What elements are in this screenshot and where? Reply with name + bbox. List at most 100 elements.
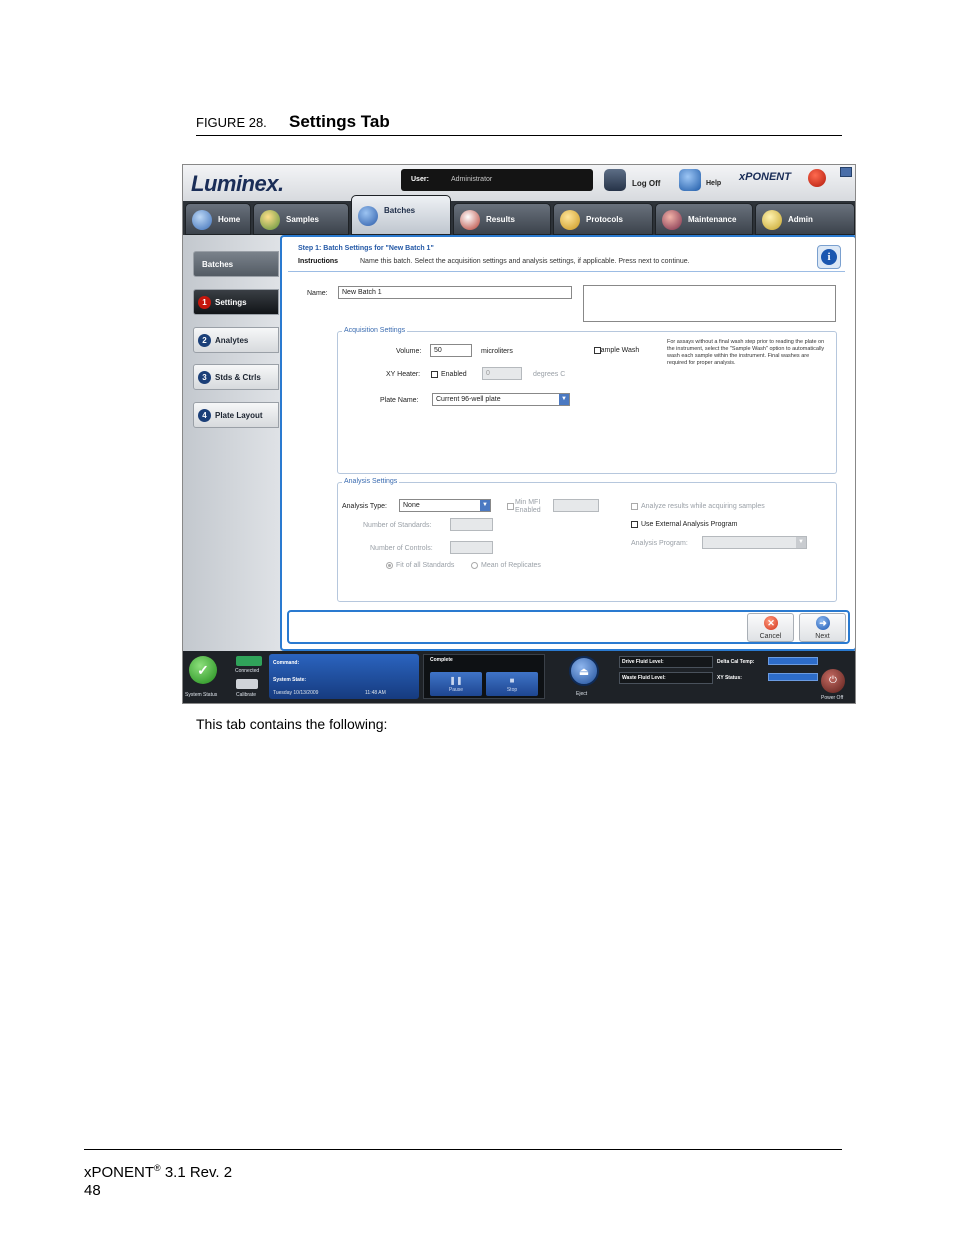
fit-all-standards-radio[interactable] [386, 562, 393, 569]
help-button[interactable]: Help [706, 180, 721, 187]
status-time: 11:48 AM [365, 690, 386, 696]
action-bar: ✕ Cancel ➜ Next [287, 610, 850, 644]
connected-label: Connected [235, 668, 260, 674]
user-field: User: Administrator [401, 169, 593, 191]
sidebar-item-label: Batches [202, 260, 234, 269]
volume-label: Volume: [396, 348, 422, 355]
eject-label[interactable]: Eject [576, 691, 587, 697]
batch-name-input[interactable]: New Batch 1 [338, 286, 572, 299]
calibrate-label[interactable]: Calibrate [236, 692, 256, 698]
tab-results[interactable]: Results [453, 203, 551, 235]
status-bar: ✓ System Status Connected Calibrate Comm… [183, 651, 855, 703]
xy-status-label: XY Status: [717, 675, 742, 681]
mean-of-replicates-radio[interactable] [471, 562, 478, 569]
results-icon [460, 210, 480, 230]
protocols-icon [560, 210, 580, 230]
drive-fluid-label: Drive Fluid Level: [622, 659, 664, 665]
xponent-logo-icon [808, 169, 826, 187]
tab-batches[interactable]: Batches [351, 195, 451, 235]
pause-label: Pause [448, 687, 464, 693]
mean-of-replicates-label: Mean of Replicates [481, 562, 541, 569]
tab-home[interactable]: Home [185, 203, 251, 235]
info-icon: i [821, 249, 837, 265]
power-off-label[interactable]: Power Off [821, 695, 843, 701]
batch-description-field[interactable] [583, 285, 836, 322]
footer-product: xPONENT® 3.1 Rev. 2 [84, 1163, 232, 1181]
sidebar-item-label: Settings [215, 298, 247, 307]
batch-steps-sidebar: Batches 1 Settings 2 Analytes 3 Stds & C… [183, 235, 280, 651]
pause-button[interactable]: ❚❚ Pause [430, 672, 482, 696]
delta-cal-temp-label: Delta Cal Temp: [717, 659, 755, 665]
cancel-button[interactable]: ✕ Cancel [747, 613, 794, 642]
use-external-program-checkbox[interactable] [631, 521, 638, 528]
registered-mark: ® [154, 1163, 161, 1173]
sidebar-item-label: Analytes [215, 336, 249, 345]
step-number-badge: 4 [198, 409, 211, 422]
plate-name-value: Current 96-well plate [436, 396, 501, 403]
stop-icon: ■ [509, 676, 515, 685]
arrow-right-icon: ➜ [816, 616, 830, 630]
admin-icon [762, 210, 782, 230]
min-mfi-checkbox[interactable] [507, 503, 514, 510]
batches-icon [358, 206, 378, 226]
drive-fluid-level: Drive Fluid Level: [619, 656, 713, 668]
settings-panel: Step 1: Batch Settings for "New Batch 1"… [280, 235, 855, 651]
next-button[interactable]: ➜ Next [799, 613, 846, 642]
sidebar-item-analytes[interactable]: 2 Analytes [193, 327, 279, 353]
tab-admin[interactable]: Admin [755, 203, 855, 235]
log-off-button[interactable]: Log Off [632, 179, 660, 188]
xy-heater-enabled-checkbox[interactable] [431, 371, 438, 378]
volume-input[interactable]: 50 [430, 344, 472, 357]
power-icon[interactable]: ⏻ [821, 669, 845, 693]
calibrate-icon[interactable] [236, 679, 258, 689]
chevron-down-icon[interactable]: ▼ [796, 537, 806, 548]
instructions-label: Instructions [298, 258, 339, 265]
cancel-icon: ✕ [764, 616, 778, 630]
minimize-button[interactable] [840, 167, 852, 177]
plate-name-select[interactable]: Current 96-well plate ▼ [432, 393, 570, 406]
analysis-program-select[interactable]: ▼ [702, 536, 807, 549]
tab-admin-label: Admin [788, 215, 813, 224]
delta-cal-temp-value [768, 657, 818, 665]
tab-protocols-label: Protocols [586, 215, 623, 224]
main-nav: Home Samples Batches Results Protocols M… [183, 195, 855, 235]
next-label: Next [815, 633, 830, 640]
command-panel: Command: System State: Tuesday 10/13/200… [269, 654, 419, 699]
xy-heater-temp-input[interactable]: 0 [482, 367, 522, 380]
volume-unit: microliters [481, 348, 513, 355]
product-version: 3.1 Rev. 2 [160, 1164, 233, 1181]
sidebar-item-batches[interactable]: Batches [193, 251, 279, 277]
home-icon [192, 210, 212, 230]
use-external-program-label: Use External Analysis Program [641, 521, 738, 528]
tab-samples[interactable]: Samples [253, 203, 349, 235]
connected-icon [236, 656, 262, 666]
sample-wash-help-text: For assays without a final wash step pri… [667, 339, 825, 367]
app-screenshot: Luminex. User: Administrator Log Off Hel… [182, 164, 856, 704]
sidebar-item-stds-ctrls[interactable]: 3 Stds & Ctrls [193, 364, 279, 390]
samples-icon [260, 210, 280, 230]
xy-heater-enabled-label: Enabled [441, 371, 467, 378]
chevron-down-icon[interactable]: ▼ [480, 500, 490, 511]
stop-button[interactable]: ■ Stop [486, 672, 538, 696]
analyze-while-acquiring-checkbox[interactable] [631, 503, 638, 510]
sidebar-item-settings[interactable]: 1 Settings [193, 289, 279, 315]
info-button[interactable]: i [817, 245, 841, 269]
progress-panel: Complete ❚❚ Pause ■ Stop [423, 654, 545, 699]
sidebar-item-plate-layout[interactable]: 4 Plate Layout [193, 402, 279, 428]
min-mfi-label: Min MFI [515, 499, 541, 506]
status-date: Tuesday 10/13/2009 [273, 690, 319, 696]
analysis-type-select[interactable]: None ▼ [399, 499, 491, 512]
instructions-text: Name this batch. Select the acquisition … [360, 258, 690, 265]
number-of-controls-input[interactable] [450, 541, 493, 554]
sidebar-item-label: Plate Layout [215, 411, 263, 420]
tab-protocols[interactable]: Protocols [553, 203, 653, 235]
tab-maintenance[interactable]: Maintenance [655, 203, 753, 235]
system-status-icon[interactable]: ✓ [189, 656, 217, 684]
chevron-down-icon[interactable]: ▼ [559, 394, 569, 405]
number-of-standards-input[interactable] [450, 518, 493, 531]
log-off-icon[interactable] [604, 169, 626, 191]
eject-icon[interactable]: ⏏ [569, 656, 599, 686]
sample-wash-checkbox[interactable] [594, 347, 601, 354]
min-mfi-input[interactable] [553, 499, 599, 512]
help-icon[interactable] [679, 169, 701, 191]
